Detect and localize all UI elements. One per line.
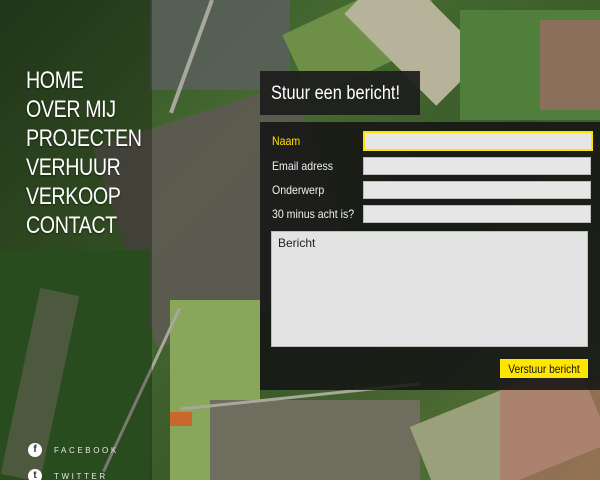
map-field xyxy=(210,400,420,480)
subject-label: Onderwerp xyxy=(272,183,325,197)
subject-input[interactable] xyxy=(363,181,591,199)
nav-item-verkoop[interactable]: VERKOOP xyxy=(26,182,142,211)
captcha-input[interactable] xyxy=(363,205,591,223)
twitter-icon: t xyxy=(28,469,42,483)
main-nav: HOME OVER MIJ PROJECTEN VERHUUR VERKOOP … xyxy=(26,66,167,240)
name-label: Naam xyxy=(272,134,301,148)
message-textarea[interactable] xyxy=(271,231,588,347)
email-input[interactable] xyxy=(363,157,591,175)
facebook-label: FACEBOOK xyxy=(54,445,119,455)
twitter-link[interactable]: t TWITTER xyxy=(28,466,119,486)
captcha-label: 30 minus acht is? xyxy=(272,207,355,221)
nav-item-home[interactable]: HOME xyxy=(26,66,142,95)
contact-form: Naam Email adress Onderwerp 30 minus ach… xyxy=(260,122,600,390)
contact-title-box: Stuur een bericht! xyxy=(260,71,420,115)
name-input[interactable] xyxy=(363,131,593,151)
social-links: f FACEBOOK t TWITTER xyxy=(28,440,119,492)
map-building xyxy=(170,412,192,426)
nav-item-projecten[interactable]: PROJECTEN xyxy=(26,124,142,153)
subject-row: Onderwerp xyxy=(260,181,600,201)
nav-item-over-mij[interactable]: OVER MIJ xyxy=(26,95,142,124)
captcha-row: 30 minus acht is? xyxy=(260,205,600,225)
submit-label: Verstuur bericht xyxy=(508,361,580,376)
twitter-label: TWITTER xyxy=(54,471,108,481)
contact-title: Stuur een bericht! xyxy=(271,83,400,104)
facebook-link[interactable]: f FACEBOOK xyxy=(28,440,119,460)
map-field xyxy=(500,380,600,480)
map-field xyxy=(540,20,600,110)
submit-button[interactable]: Verstuur bericht xyxy=(500,359,588,378)
email-row: Email adress xyxy=(260,157,600,177)
name-row: Naam xyxy=(260,131,600,152)
nav-item-contact[interactable]: CONTACT xyxy=(26,211,142,240)
nav-item-verhuur[interactable]: VERHUUR xyxy=(26,153,142,182)
facebook-icon: f xyxy=(28,443,42,457)
email-label: Email adress xyxy=(272,159,334,173)
